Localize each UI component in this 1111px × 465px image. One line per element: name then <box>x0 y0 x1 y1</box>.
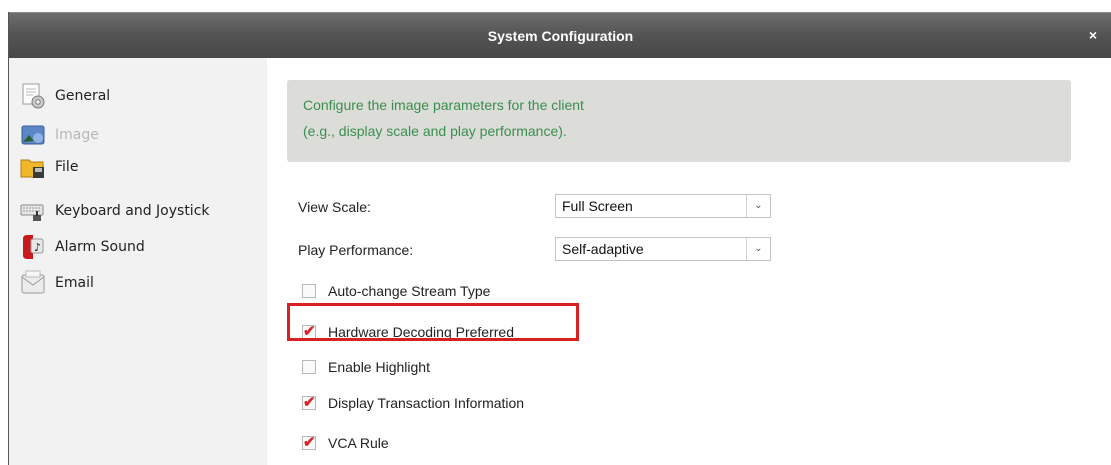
sidebar-item-general[interactable]: General <box>19 81 110 111</box>
top-strip <box>0 0 1111 12</box>
sidebar-item-label: Keyboard and Joystick <box>55 203 210 219</box>
sidebar-item-label: General <box>55 88 111 104</box>
option-label: Auto-change Stream Type <box>328 283 491 299</box>
sidebar: General Image File Keyboard and Joystick… <box>9 58 267 465</box>
option-label: Display Transaction Information <box>328 395 525 411</box>
option-label: Enable Highlight <box>328 359 430 375</box>
sidebar-item-label: Image <box>55 127 99 143</box>
email-icon <box>19 269 47 297</box>
sidebar-item-label: File <box>55 159 79 175</box>
option-vca-rule[interactable]: VCA Rule <box>302 432 389 454</box>
view-scale-select[interactable]: Full Screen ⌄ <box>555 194 771 218</box>
window-title: System Configuration <box>487 28 634 44</box>
keyboard-icon <box>19 197 47 225</box>
sidebar-item-file[interactable]: File <box>19 152 78 182</box>
folder-icon <box>19 153 47 181</box>
sidebar-item-alarm-sound[interactable]: ♪ Alarm Sound <box>19 232 145 262</box>
highlight-annotation-box <box>287 303 579 341</box>
main-panel: Configure the image parameters for the c… <box>267 58 1111 465</box>
title-bar[interactable]: System Configuration × <box>9 12 1111 58</box>
option-auto-change-stream-type[interactable]: Auto-change Stream Type <box>302 280 490 302</box>
play-performance-label: Play Performance: <box>298 242 414 258</box>
checkbox[interactable] <box>302 284 316 298</box>
sidebar-item-keyboard-and-joystick[interactable]: Keyboard and Joystick <box>19 196 210 226</box>
sidebar-item-image[interactable]: Image <box>19 120 99 150</box>
checkbox[interactable] <box>302 433 316 451</box>
info-text-line-1: Configure the image parameters for the c… <box>303 97 584 113</box>
sidebar-item-label: Email <box>55 275 94 291</box>
info-text-line-2: (e.g., display scale and play performanc… <box>303 123 567 139</box>
image-icon <box>19 121 47 149</box>
chevron-down-icon[interactable]: ⌄ <box>746 195 770 217</box>
close-button[interactable]: × <box>1084 26 1102 44</box>
checkbox[interactable] <box>302 360 316 374</box>
general-settings-icon <box>19 82 47 110</box>
info-box: Configure the image parameters for the c… <box>287 80 1071 162</box>
option-label: VCA Rule <box>328 435 389 451</box>
play-performance-select[interactable]: Self-adaptive ⌄ <box>555 237 771 261</box>
chevron-down-icon[interactable]: ⌄ <box>746 238 770 260</box>
view-scale-value: Full Screen <box>562 198 633 214</box>
sidebar-item-email[interactable]: Email <box>19 268 94 298</box>
alarm-speaker-icon: ♪ <box>19 233 47 261</box>
svg-text:♪: ♪ <box>34 241 41 254</box>
view-scale-label: View Scale: <box>298 199 371 215</box>
sidebar-item-label: Alarm Sound <box>55 239 145 255</box>
play-performance-value: Self-adaptive <box>562 241 644 257</box>
option-display-transaction-information[interactable]: Display Transaction Information <box>302 392 524 414</box>
option-enable-highlight[interactable]: Enable Highlight <box>302 356 430 378</box>
system-configuration-window: System Configuration × General Image Fil… <box>8 12 1111 465</box>
checkbox[interactable] <box>302 393 316 411</box>
